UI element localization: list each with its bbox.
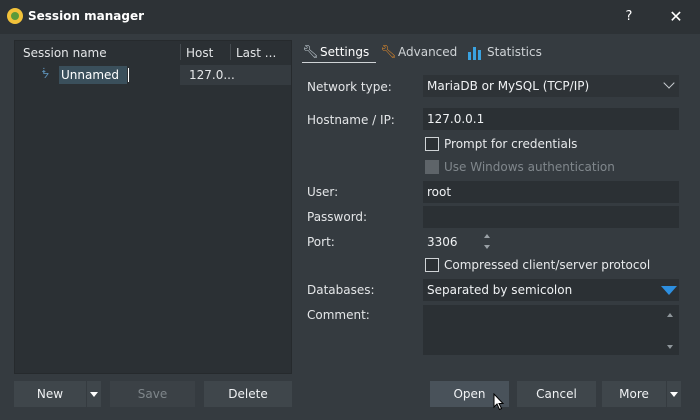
chevron-down-icon — [670, 392, 678, 397]
mouse-cursor-icon — [493, 393, 505, 411]
tab-settings-label: Settings — [320, 45, 370, 59]
wrench-orange-icon: 🔧︎ — [380, 44, 397, 60]
session-host-cell: 127.0... — [180, 65, 291, 85]
heidisql-logo-icon — [7, 8, 23, 24]
bar-chart-icon — [467, 46, 483, 60]
save-button[interactable]: Save — [110, 381, 195, 407]
column-divider[interactable] — [230, 44, 231, 60]
spin-up-icon[interactable] — [484, 234, 492, 240]
databases-label: Databases: — [307, 283, 375, 297]
scroll-down-icon[interactable] — [667, 345, 673, 349]
password-input[interactable] — [423, 206, 679, 228]
port-label: Port: — [307, 235, 335, 249]
network-type-label: Network type: — [307, 80, 392, 94]
compressed-protocol-checkbox[interactable] — [425, 258, 439, 272]
wrench-icon: 🔧︎ — [302, 44, 319, 60]
scroll-up-icon[interactable] — [667, 313, 673, 317]
dropdown-arrow-icon[interactable] — [661, 286, 677, 295]
column-header-last[interactable]: Last ... — [236, 46, 276, 60]
windows-auth-label: Use Windows authentication — [444, 160, 615, 174]
hostname-input[interactable]: 127.0.0.1 — [423, 108, 679, 130]
session-name-edit[interactable]: Unnamed — [59, 66, 127, 84]
column-header-session-name[interactable]: Session name — [23, 46, 107, 60]
more-button[interactable]: More — [602, 381, 666, 407]
session-tree[interactable]: Session name Host Last ... ᖭ Unnamed 127… — [14, 40, 292, 374]
active-tab-indicator — [302, 62, 376, 63]
password-label: Password: — [307, 210, 368, 224]
column-header-host[interactable]: Host — [186, 46, 213, 60]
mysql-dolphin-icon: ᖭ — [42, 68, 50, 81]
text-caret — [128, 68, 129, 82]
chevron-down-icon — [663, 77, 675, 89]
new-dropdown-button[interactable] — [87, 381, 101, 407]
spin-down-icon[interactable] — [484, 245, 492, 251]
prompt-credentials-checkbox[interactable] — [425, 137, 439, 151]
network-type-value: MariaDB or MySQL (TCP/IP) — [427, 79, 590, 93]
user-input[interactable]: root — [423, 181, 679, 203]
tree-header: Session name Host Last ... — [15, 41, 291, 63]
title-bar: Session manager ? ✕ — [0, 0, 700, 34]
tab-settings[interactable]: 🔧︎Settings — [302, 42, 376, 64]
comment-label: Comment: — [307, 308, 370, 322]
network-type-select[interactable]: MariaDB or MySQL (TCP/IP) — [423, 75, 679, 97]
databases-value: Separated by semicolon — [427, 283, 573, 297]
prompt-credentials-label[interactable]: Prompt for credentials — [444, 137, 577, 151]
comment-textarea[interactable] — [423, 305, 679, 355]
more-dropdown-button[interactable] — [667, 381, 681, 407]
compressed-protocol-label[interactable]: Compressed client/server protocol — [444, 258, 650, 272]
windows-auth-checkbox[interactable] — [425, 160, 439, 174]
help-button[interactable]: ? — [614, 4, 644, 30]
new-session-button[interactable]: New — [14, 381, 86, 407]
port-input[interactable]: 3306 — [423, 231, 477, 253]
cancel-button[interactable]: Cancel — [517, 381, 596, 407]
chevron-down-icon — [90, 392, 98, 397]
column-divider[interactable] — [180, 44, 181, 60]
tab-statistics[interactable]: Statistics — [467, 42, 547, 64]
window-title: Session manager — [28, 9, 145, 23]
tab-advanced[interactable]: 🔧︎Advanced — [380, 42, 462, 64]
tab-statistics-label: Statistics — [487, 45, 542, 59]
delete-button[interactable]: Delete — [204, 381, 292, 407]
session-row[interactable]: ᖭ Unnamed 127.0... — [15, 65, 291, 85]
user-label: User: — [307, 185, 339, 199]
tab-advanced-label: Advanced — [398, 45, 458, 59]
hostname-label: Hostname / IP: — [307, 113, 395, 127]
close-button[interactable]: ✕ — [658, 4, 694, 30]
databases-input[interactable]: Separated by semicolon — [423, 279, 679, 301]
